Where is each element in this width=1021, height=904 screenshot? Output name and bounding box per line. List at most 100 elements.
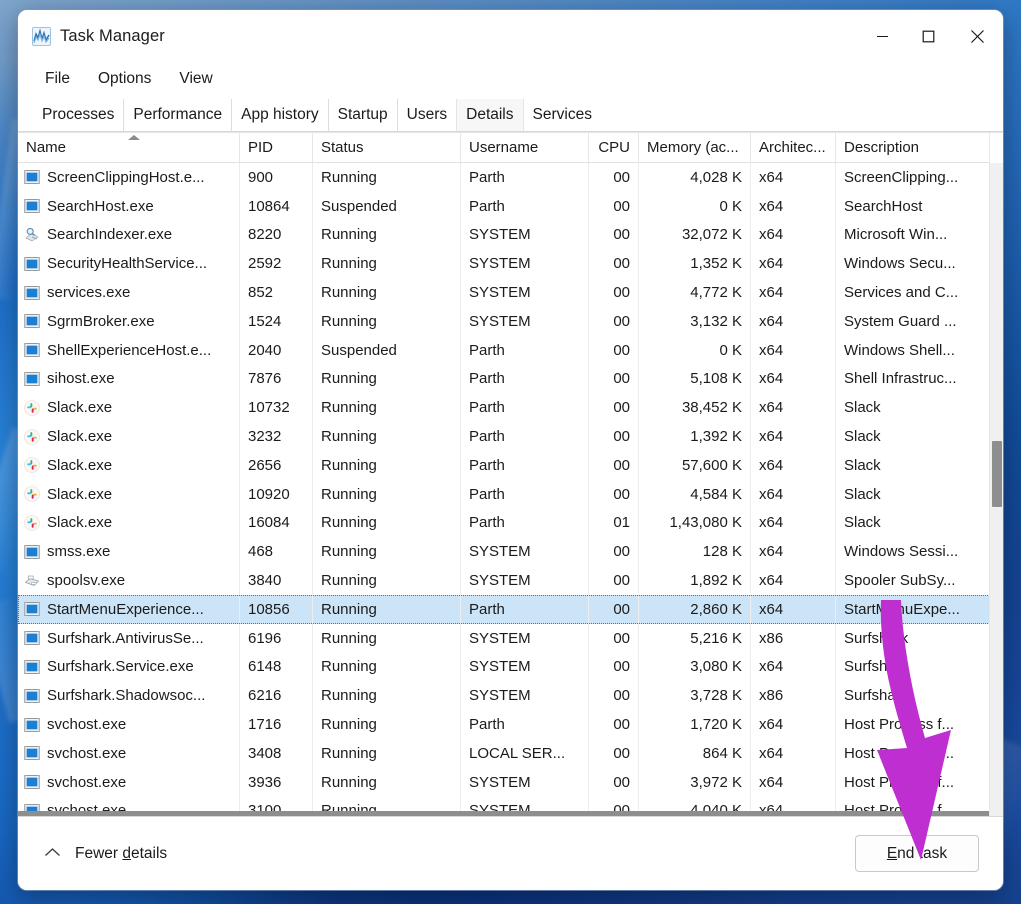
tab-processes[interactable]: Processes — [33, 99, 123, 131]
cell-description: Slack — [836, 480, 990, 509]
cell-pid: 3232 — [240, 422, 313, 451]
cell-username: Parth — [461, 163, 589, 192]
cell-status: Running — [313, 365, 461, 394]
cell-pid: 6196 — [240, 624, 313, 653]
tab-startup[interactable]: Startup — [328, 99, 397, 131]
table-row[interactable]: svchost.exe3936RunningSYSTEM003,972 Kx64… — [18, 768, 990, 797]
tab-app-history[interactable]: App history — [231, 99, 328, 131]
column-header-username[interactable]: Username — [461, 133, 589, 162]
window-app-icon — [24, 256, 40, 272]
tab-users[interactable]: Users — [397, 99, 456, 131]
cell-cpu: 00 — [589, 393, 639, 422]
table-row[interactable]: Slack.exe3232RunningParth001,392 Kx64Sla… — [18, 422, 990, 451]
cell-cpu: 00 — [589, 681, 639, 710]
end-task-button[interactable]: End task — [855, 835, 979, 872]
cell-username: SYSTEM — [461, 653, 589, 682]
cell-memory: 1,720 K — [639, 710, 751, 739]
cell-memory: 4,772 K — [639, 278, 751, 307]
window-app-icon — [24, 169, 40, 185]
menu-item-file[interactable]: File — [45, 70, 70, 88]
process-name-label: Slack.exe — [47, 399, 112, 416]
task-manager-window: Task Manager File Options View Processes… — [18, 10, 1003, 890]
cell-memory: 0 K — [639, 192, 751, 221]
cell-cpu: 00 — [589, 192, 639, 221]
cell-username: Parth — [461, 422, 589, 451]
minimize-button[interactable] — [859, 10, 905, 62]
tab-performance[interactable]: Performance — [123, 99, 231, 131]
cell-name: SearchHost.exe — [18, 192, 240, 221]
cell-status: Running — [313, 509, 461, 538]
cell-status: Running — [313, 249, 461, 278]
cell-username: Parth — [461, 336, 589, 365]
window-app-icon — [24, 342, 40, 358]
table-row[interactable]: Surfshark.Shadowsoc...6216RunningSYSTEM0… — [18, 681, 990, 710]
table-row[interactable]: SearchIndexer.exe8220RunningSYSTEM0032,0… — [18, 221, 990, 250]
table-row[interactable]: spoolsv.exe3840RunningSYSTEM001,892 Kx64… — [18, 566, 990, 595]
title-bar[interactable]: Task Manager — [18, 10, 1003, 62]
table-row-selected[interactable]: StartMenuExperience...10856RunningParth0… — [18, 595, 990, 624]
cell-pid: 10732 — [240, 393, 313, 422]
table-row[interactable]: SearchHost.exe10864SuspendedParth000 Kx6… — [18, 192, 990, 221]
column-header-architecture[interactable]: Architec... — [751, 133, 836, 162]
cell-cpu: 00 — [589, 595, 639, 624]
table-row[interactable]: ScreenClippingHost.e...900RunningParth00… — [18, 163, 990, 192]
column-header-cpu[interactable]: CPU — [589, 133, 639, 162]
cell-status: Running — [313, 739, 461, 768]
table-row[interactable]: Surfshark.AntivirusSe...6196RunningSYSTE… — [18, 624, 990, 653]
column-header-memory[interactable]: Memory (ac... — [639, 133, 751, 162]
cell-cpu: 01 — [589, 509, 639, 538]
cell-memory: 32,072 K — [639, 221, 751, 250]
close-button[interactable] — [951, 10, 1003, 62]
cell-description: Services and C... — [836, 278, 990, 307]
cell-architecture: x64 — [751, 653, 836, 682]
table-row[interactable]: ShellExperienceHost.e...2040SuspendedPar… — [18, 336, 990, 365]
process-name-label: Slack.exe — [47, 486, 112, 503]
cell-username: SYSTEM — [461, 768, 589, 797]
cell-username: SYSTEM — [461, 566, 589, 595]
table-row[interactable]: services.exe852RunningSYSTEM004,772 Kx64… — [18, 278, 990, 307]
table-row[interactable]: svchost.exe1716RunningParth001,720 Kx64H… — [18, 710, 990, 739]
window-app-icon — [24, 717, 40, 733]
table-row[interactable]: Slack.exe2656RunningParth0057,600 Kx64Sl… — [18, 451, 990, 480]
cell-name: services.exe — [18, 278, 240, 307]
cell-username: Parth — [461, 192, 589, 221]
menu-item-options[interactable]: Options — [98, 70, 151, 88]
window-app-icon — [24, 544, 40, 560]
cell-pid: 8220 — [240, 221, 313, 250]
table-row[interactable]: svchost.exe3408RunningLOCAL SER...00864 … — [18, 739, 990, 768]
cell-architecture: x64 — [751, 365, 836, 394]
maximize-button[interactable] — [905, 10, 951, 62]
slack-icon — [24, 457, 40, 473]
cell-description: Surfshark — [836, 653, 990, 682]
window-app-icon — [24, 285, 40, 301]
table-row[interactable]: sihost.exe7876RunningParth005,108 Kx64Sh… — [18, 365, 990, 394]
table-row[interactable]: SecurityHealthService...2592RunningSYSTE… — [18, 249, 990, 278]
column-header-pid[interactable]: PID — [240, 133, 313, 162]
cell-architecture: x64 — [751, 192, 836, 221]
vertical-scrollbar-thumb[interactable] — [992, 441, 1002, 507]
tab-details[interactable]: Details — [456, 99, 523, 131]
process-name-label: Surfshark.Service.exe — [47, 658, 194, 675]
tab-services[interactable]: Services — [524, 99, 601, 131]
fewer-details-button[interactable]: Fewer details — [44, 845, 167, 863]
vertical-scrollbar[interactable] — [989, 163, 1003, 816]
table-row[interactable]: SgrmBroker.exe1524RunningSYSTEM003,132 K… — [18, 307, 990, 336]
search-index-icon — [24, 227, 40, 243]
table-row[interactable]: Slack.exe16084RunningParth011,43,080 Kx6… — [18, 509, 990, 538]
process-name-label: Slack.exe — [47, 428, 112, 445]
cell-name: SgrmBroker.exe — [18, 307, 240, 336]
cell-memory: 3,132 K — [639, 307, 751, 336]
table-row[interactable]: smss.exe468RunningSYSTEM00128 Kx64Window… — [18, 537, 990, 566]
table-row[interactable]: Surfshark.Service.exe6148RunningSYSTEM00… — [18, 653, 990, 682]
cell-description: Slack — [836, 509, 990, 538]
table-row[interactable]: Slack.exe10920RunningParth004,584 Kx64Sl… — [18, 480, 990, 509]
cell-architecture: x64 — [751, 249, 836, 278]
column-header-status[interactable]: Status — [313, 133, 461, 162]
table-row[interactable]: Slack.exe10732RunningParth0038,452 Kx64S… — [18, 393, 990, 422]
process-name-label: SgrmBroker.exe — [47, 313, 155, 330]
menu-item-view[interactable]: View — [179, 70, 212, 88]
window-app-icon — [24, 630, 40, 646]
cell-architecture: x64 — [751, 480, 836, 509]
column-header-description[interactable]: Description — [836, 133, 990, 162]
cell-architecture: x64 — [751, 422, 836, 451]
